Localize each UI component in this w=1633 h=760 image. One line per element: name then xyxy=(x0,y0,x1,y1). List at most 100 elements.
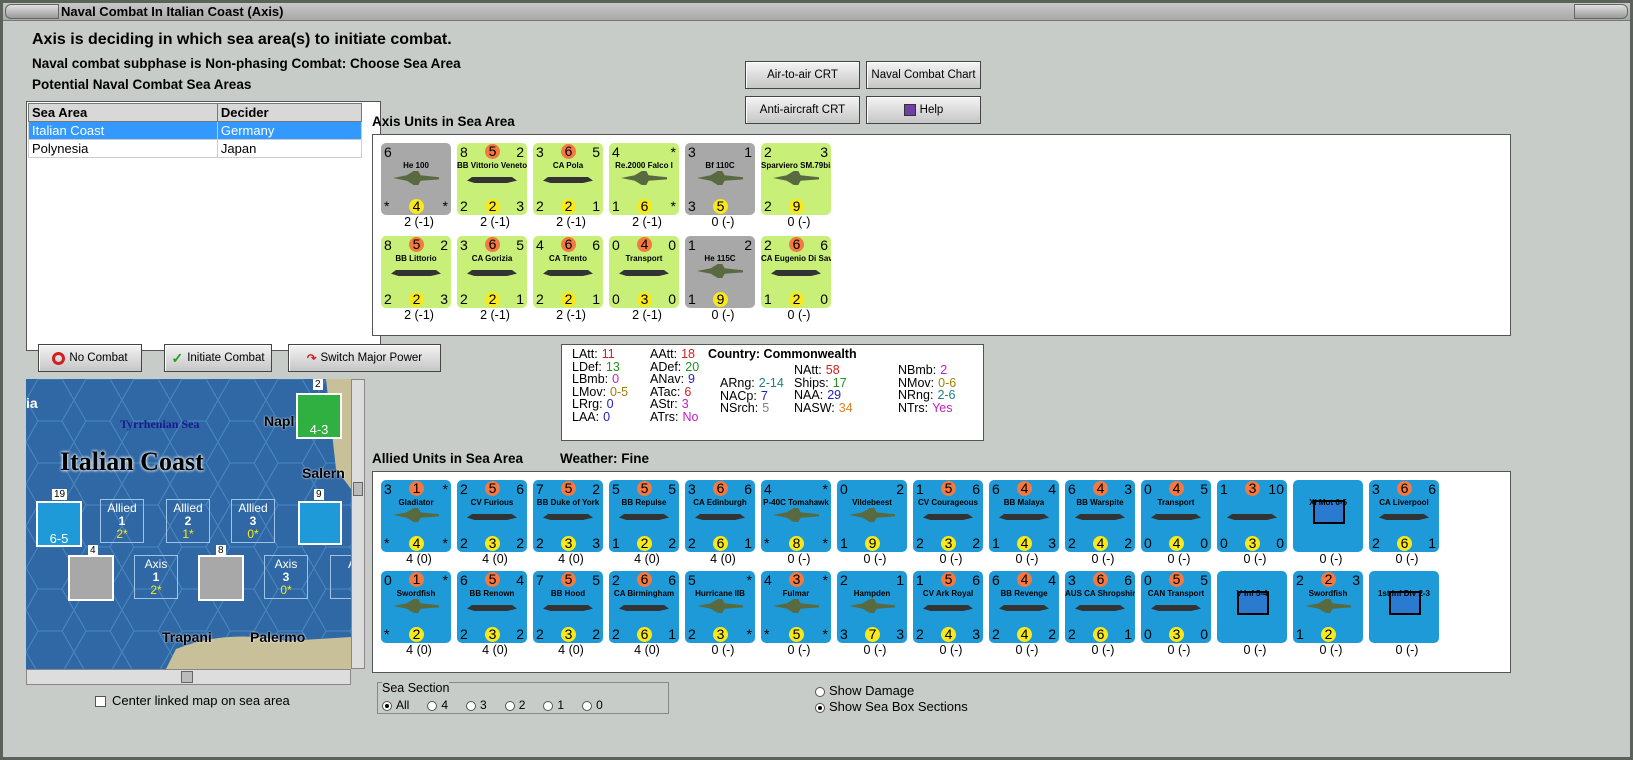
sea-box[interactable]: Allied 2 1* xyxy=(166,499,210,543)
show-sea-box-option[interactable]: Show Sea Box Sections xyxy=(815,699,968,714)
sea-section-radio[interactable] xyxy=(466,700,477,711)
sea-section-radio[interactable] xyxy=(504,700,515,711)
unit-counter[interactable]: 3 * 1 * 4 * Gladiator xyxy=(381,480,451,552)
unit-counter[interactable]: 6 3 4 2 4 2 BB Warspite xyxy=(1065,480,1135,552)
unit-name: BB Hood xyxy=(550,589,586,598)
unit-counter[interactable]: 2 3 2 1 2 Swordfish xyxy=(1293,571,1363,643)
unit-counter[interactable]: 0 5 5 0 3 0 CAN Transport xyxy=(1141,571,1211,643)
unit-counter[interactable]: 4 * 3 * 5 * Fulmar xyxy=(761,571,831,643)
ship-silhouette-icon xyxy=(695,514,745,520)
unit-counter[interactable]: 2 6 6 2 6 1 CA Birmingham xyxy=(609,571,679,643)
unit-counter[interactable]: 3 1 3 5 Bf 110C xyxy=(685,143,755,215)
unit-counter[interactable]: 4 * * 8 * P-40C Tomahawk xyxy=(761,480,831,552)
unit-counter[interactable]: 1st Inf Div 2-3 xyxy=(1369,571,1439,643)
show-damage-radio[interactable] xyxy=(815,686,825,697)
unit-counter[interactable]: 0 0 4 0 3 0 Transport xyxy=(609,236,679,308)
air-to-air-crt-button[interactable]: Air-to-air CRT xyxy=(745,61,860,89)
unit-counter[interactable]: 3 5 6 2 2 1 CA Pola xyxy=(533,143,603,215)
sea-area-map[interactable]: ia Tyrrhenian Sea Italian Coast Napl Sal… xyxy=(26,379,351,669)
map-counter-he100[interactable] xyxy=(198,555,244,601)
unit-counter-wrap: 2 6 5 2 3 2 CV Furious 4 (0) xyxy=(457,480,533,567)
sea-section-option[interactable]: 2 xyxy=(504,698,525,712)
unit-counter[interactable]: 1 6 5 2 4 3 CV Ark Royal xyxy=(913,571,983,643)
unit-counter[interactable]: 4 6 6 2 2 1 CA Trento xyxy=(533,236,603,308)
unit-counter[interactable]: 8 2 5 2 2 3 BB Vittorio Veneto xyxy=(457,143,527,215)
unit-counter[interactable]: 6 * 4 * He 100 xyxy=(381,143,451,215)
unit-counter[interactable]: 3 6 6 2 6 1 CA Liverpool xyxy=(1369,480,1439,552)
sea-box[interactable]: A xyxy=(330,555,351,599)
stat-label: LAA: xyxy=(572,409,600,424)
unit-value-tl: 1 xyxy=(916,572,924,588)
map-counter-swordfish[interactable] xyxy=(298,501,342,545)
unit-counter[interactable]: 1 2 1 9 He 115C xyxy=(685,236,755,308)
scroll-thumb[interactable] xyxy=(181,671,193,683)
unit-counter[interactable]: 5 5 5 1 2 2 BB Repulse xyxy=(609,480,679,552)
show-damage-option[interactable]: Show Damage xyxy=(815,683,914,698)
unit-value-tl: 5 xyxy=(612,481,620,497)
map-counter-left[interactable]: 6-5 xyxy=(36,501,82,547)
sea-section-option[interactable]: 3 xyxy=(466,698,487,712)
unit-value-tr: * xyxy=(442,572,448,588)
unit-counter[interactable]: 6 4 4 1 4 3 BB Malaya xyxy=(989,480,1059,552)
show-sea-box-radio[interactable] xyxy=(815,702,825,713)
unit-counter[interactable]: XI Mot 6-5 xyxy=(1293,480,1363,552)
sea-box[interactable]: Allied 1 2* xyxy=(100,499,144,543)
unit-counter[interactable]: 5 * 2 3 * Hurricane IIB xyxy=(685,571,755,643)
sea-section-option[interactable]: 1 xyxy=(543,698,564,712)
map-counter-bf110[interactable] xyxy=(68,555,114,601)
unit-counter[interactable]: 2 6 6 1 2 0 CA Eugenio Di Savoia xyxy=(761,236,831,308)
unit-counter[interactable]: 2 1 3 7 3 Hampden xyxy=(837,571,907,643)
unit-counter[interactable]: 7 2 5 2 3 3 BB Duke of York xyxy=(533,480,603,552)
col-decider[interactable]: Decider xyxy=(216,103,363,122)
map-counter-corps[interactable]: 4-3 xyxy=(296,393,342,439)
sea-section-option[interactable]: All xyxy=(382,698,409,712)
map-vertical-scrollbar[interactable] xyxy=(351,379,365,669)
unit-counter[interactable]: 6 4 5 2 3 2 BB Renown xyxy=(457,571,527,643)
sea-section-option[interactable]: 4 xyxy=(427,698,448,712)
initiate-combat-button[interactable]: ✓ Initiate Combat xyxy=(164,344,272,372)
unit-counter[interactable]: 6 4 4 2 4 2 BB Revenge xyxy=(989,571,1059,643)
col-sea-area[interactable]: Sea Area xyxy=(28,103,218,122)
unit-counter[interactable]: 2 3 2 9 Sparviero SM.79bis xyxy=(761,143,831,215)
unit-counter-wrap: 3 5 6 2 2 1 CA Gorizia 2 (-1) xyxy=(457,236,533,323)
no-combat-button[interactable]: No Combat xyxy=(38,344,142,372)
unit-counter[interactable]: 3 5 6 2 2 1 CA Gorizia xyxy=(457,236,527,308)
sea-section-option[interactable]: 0 xyxy=(582,698,603,712)
unit-counter-wrap: 3 6 6 2 6 1 AUS CA Shropshire 0 (-) xyxy=(1065,571,1141,658)
center-linked-checkbox[interactable] xyxy=(95,696,106,708)
unit-counter[interactable]: 3 6 6 2 6 1 AUS CA Shropshire xyxy=(1065,571,1135,643)
sea-section-radio[interactable] xyxy=(543,700,554,711)
sea-section-radio[interactable] xyxy=(382,700,392,711)
map-horizontal-scrollbar[interactable] xyxy=(26,669,351,685)
sea-section-radio[interactable] xyxy=(427,700,438,711)
ship-silhouette-icon xyxy=(923,605,973,611)
scroll-thumb[interactable] xyxy=(353,482,363,496)
anti-aircraft-crt-button[interactable]: Anti-aircraft CRT xyxy=(745,96,860,124)
unit-counter[interactable]: 7 5 5 2 3 2 BB Hood xyxy=(533,571,603,643)
sea-box[interactable]: Allied 3 0* xyxy=(231,499,275,543)
unit-caption: 0 (-) xyxy=(1015,552,1039,566)
table-row[interactable]: Polynesia Japan xyxy=(28,139,363,158)
sea-section-radio[interactable] xyxy=(582,700,593,711)
unit-counter[interactable]: 4 * 1 6 * Re.2000 Falco I xyxy=(609,143,679,215)
table-row[interactable]: Italian Coast Germany xyxy=(28,121,363,140)
unit-counter[interactable]: 0 5 4 0 4 0 Transport xyxy=(1141,480,1211,552)
unit-counter[interactable]: 2 6 5 2 3 2 CV Furious xyxy=(457,480,527,552)
system-menu-button[interactable] xyxy=(5,4,59,19)
help-button[interactable]: Help xyxy=(866,96,981,124)
switch-major-power-button[interactable]: ↷ Switch Major Power xyxy=(288,344,441,372)
center-linked-checkbox-row[interactable]: Center linked map on sea area xyxy=(95,693,290,708)
unit-counter[interactable]: V Inf 5-4 xyxy=(1217,571,1287,643)
unit-counter[interactable]: 8 2 5 2 2 3 BB Littorio xyxy=(381,236,451,308)
unit-name: BB Duke of York xyxy=(536,498,600,507)
sea-box[interactable]: Axis 1 2* xyxy=(134,555,178,599)
naval-combat-chart-button[interactable]: Naval Combat Chart xyxy=(866,61,981,89)
window-control-button[interactable] xyxy=(1574,4,1628,19)
sea-box[interactable]: Axis 3 0* xyxy=(264,555,308,599)
unit-counter[interactable]: 1 6 5 2 3 2 CV Courageous xyxy=(913,480,983,552)
unit-counter[interactable]: 0 * 1 * 2 Swordfish xyxy=(381,571,451,643)
unit-counter[interactable]: 3 6 6 2 6 1 CA Edinburgh xyxy=(685,480,755,552)
unit-counter[interactable]: 0 2 1 9 Vildebeest xyxy=(837,480,907,552)
unit-counter[interactable]: 1 10 3 0 3 0 xyxy=(1217,480,1287,552)
unit-name: CA Gorizia xyxy=(471,254,513,263)
